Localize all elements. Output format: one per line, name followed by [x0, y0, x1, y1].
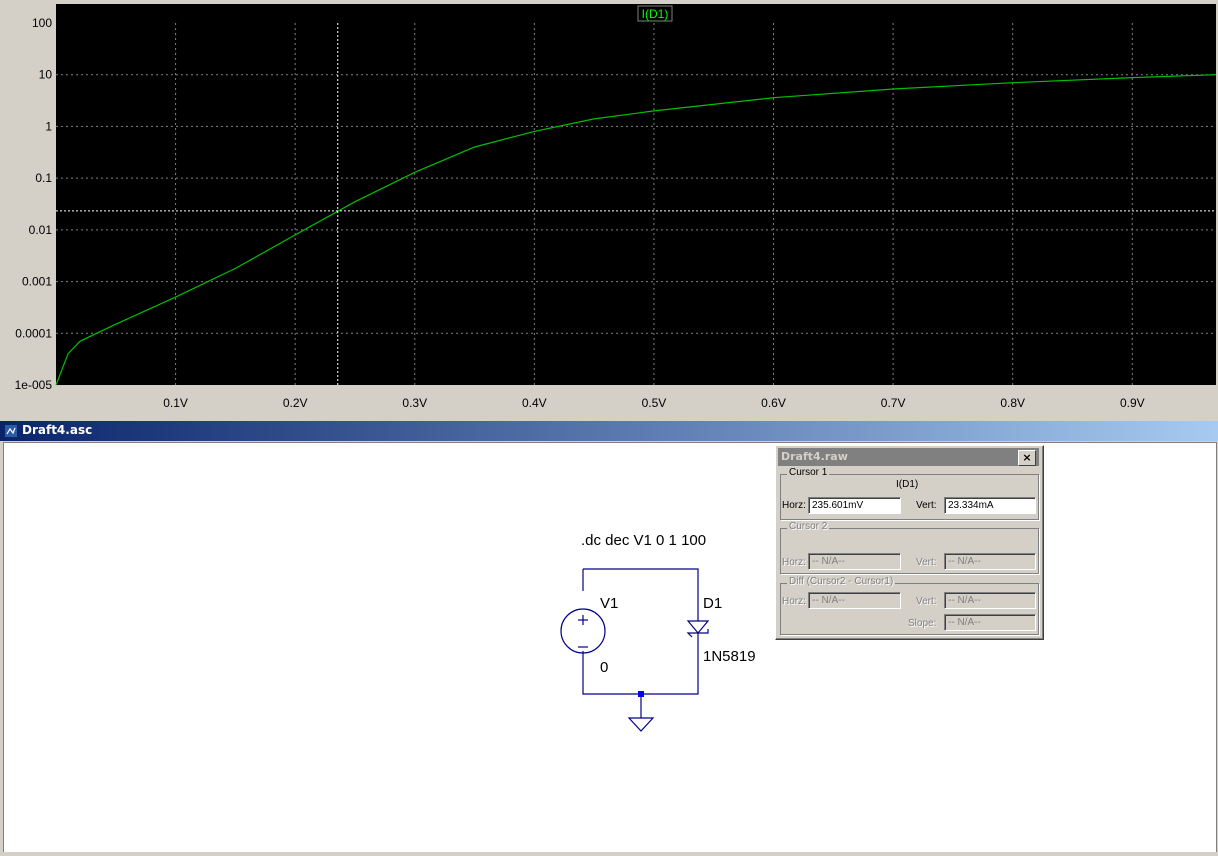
- x-tick-label: 0.2V: [283, 396, 308, 410]
- y-tick-label: 0.001: [22, 275, 52, 289]
- cursor1-group-label: Cursor 1: [787, 467, 830, 478]
- x-tick-label: 0.5V: [642, 396, 667, 410]
- x-tick-label: 0.7V: [881, 396, 906, 410]
- schematic-title: Draft4.asc: [22, 423, 93, 437]
- y-tick-label: 10: [39, 68, 53, 82]
- cursor-dialog-titlebar[interactable]: Draft4.raw ×: [778, 448, 1039, 466]
- x-tick-label: 0.8V: [1000, 396, 1025, 410]
- schematic-titlebar[interactable]: Draft4.asc: [0, 421, 1218, 441]
- x-tick-label: 0.3V: [402, 396, 427, 410]
- y-tick-label: 0.01: [29, 223, 53, 237]
- diff-slope-field: -- N/A--: [944, 614, 1036, 631]
- cursor-dialog[interactable]: Draft4.raw × Cursor 1 I(D1) Horz: 235.60…: [775, 445, 1044, 640]
- schematic-app-icon: [5, 425, 17, 437]
- y-tick-label: 0.1: [35, 171, 52, 185]
- trace-label[interactable]: I(D1): [642, 7, 669, 21]
- y-tick-label: 0.0001: [15, 326, 52, 340]
- diff-group-label: Diff (Cursor2 - Cursor1): [787, 576, 896, 587]
- diff-slope-label: Slope:: [908, 618, 937, 629]
- cursor1-horz-field[interactable]: 235.601mV: [808, 497, 901, 514]
- diff-horz-label: Horz:: [782, 596, 806, 607]
- ground-symbol[interactable]: [627, 717, 655, 732]
- y-tick-label: 1: [45, 119, 52, 133]
- diode-d1-symbol[interactable]: [686, 620, 710, 643]
- diff-vert-field: -- N/A--: [944, 592, 1036, 609]
- cursor2-vert-field: -- N/A--: [944, 553, 1036, 570]
- cursor2-group-label: Cursor 2: [787, 521, 830, 532]
- cursor1-vert-label: Vert:: [916, 500, 937, 511]
- junction-dot: [638, 691, 644, 697]
- y-tick-label: 1e-005: [15, 378, 53, 392]
- bottom-border: [0, 852, 1218, 856]
- waveform-plot-pane[interactable]: 100 10 1 0.1 0.01 0.001 0.0001 1e-005 0.1V 0.2V 0…: [0, 0, 1218, 416]
- waveform-plot[interactable]: 100 10 1 0.1 0.01 0.001 0.0001 1e-005 0.1V 0.2V 0…: [0, 0, 1218, 416]
- dc-directive[interactable]: .dc dec V1 0 1 100: [581, 532, 706, 549]
- cursor1-trace-name: I(D1): [896, 479, 919, 490]
- y-tick-label: 100: [32, 16, 52, 30]
- voltage-source-v1[interactable]: [560, 608, 606, 654]
- x-tick-label: 0.1V: [163, 396, 188, 410]
- source-value-label[interactable]: 0: [600, 659, 608, 676]
- diff-horz-field: -- N/A--: [808, 592, 901, 609]
- diode-name-label[interactable]: D1: [703, 595, 722, 612]
- close-button[interactable]: ×: [1018, 450, 1036, 466]
- plot-area[interactable]: [56, 4, 1216, 385]
- diode-model-label[interactable]: 1N5819: [703, 648, 756, 665]
- cursor-dialog-title: Draft4.raw: [781, 450, 848, 463]
- x-tick-label: 0.6V: [761, 396, 786, 410]
- cursor1-horz-label: Horz:: [782, 500, 806, 511]
- x-tick-label: 0.4V: [522, 396, 547, 410]
- cursor2-horz-field: -- N/A--: [808, 553, 901, 570]
- source-name-label[interactable]: V1: [600, 595, 618, 612]
- x-tick-label: 0.9V: [1120, 396, 1145, 410]
- cursor1-vert-field[interactable]: 23.334mA: [944, 497, 1036, 514]
- cursor2-horz-label: Horz:: [782, 557, 806, 568]
- cursor2-vert-label: Vert:: [916, 557, 937, 568]
- diff-vert-label: Vert:: [916, 596, 937, 607]
